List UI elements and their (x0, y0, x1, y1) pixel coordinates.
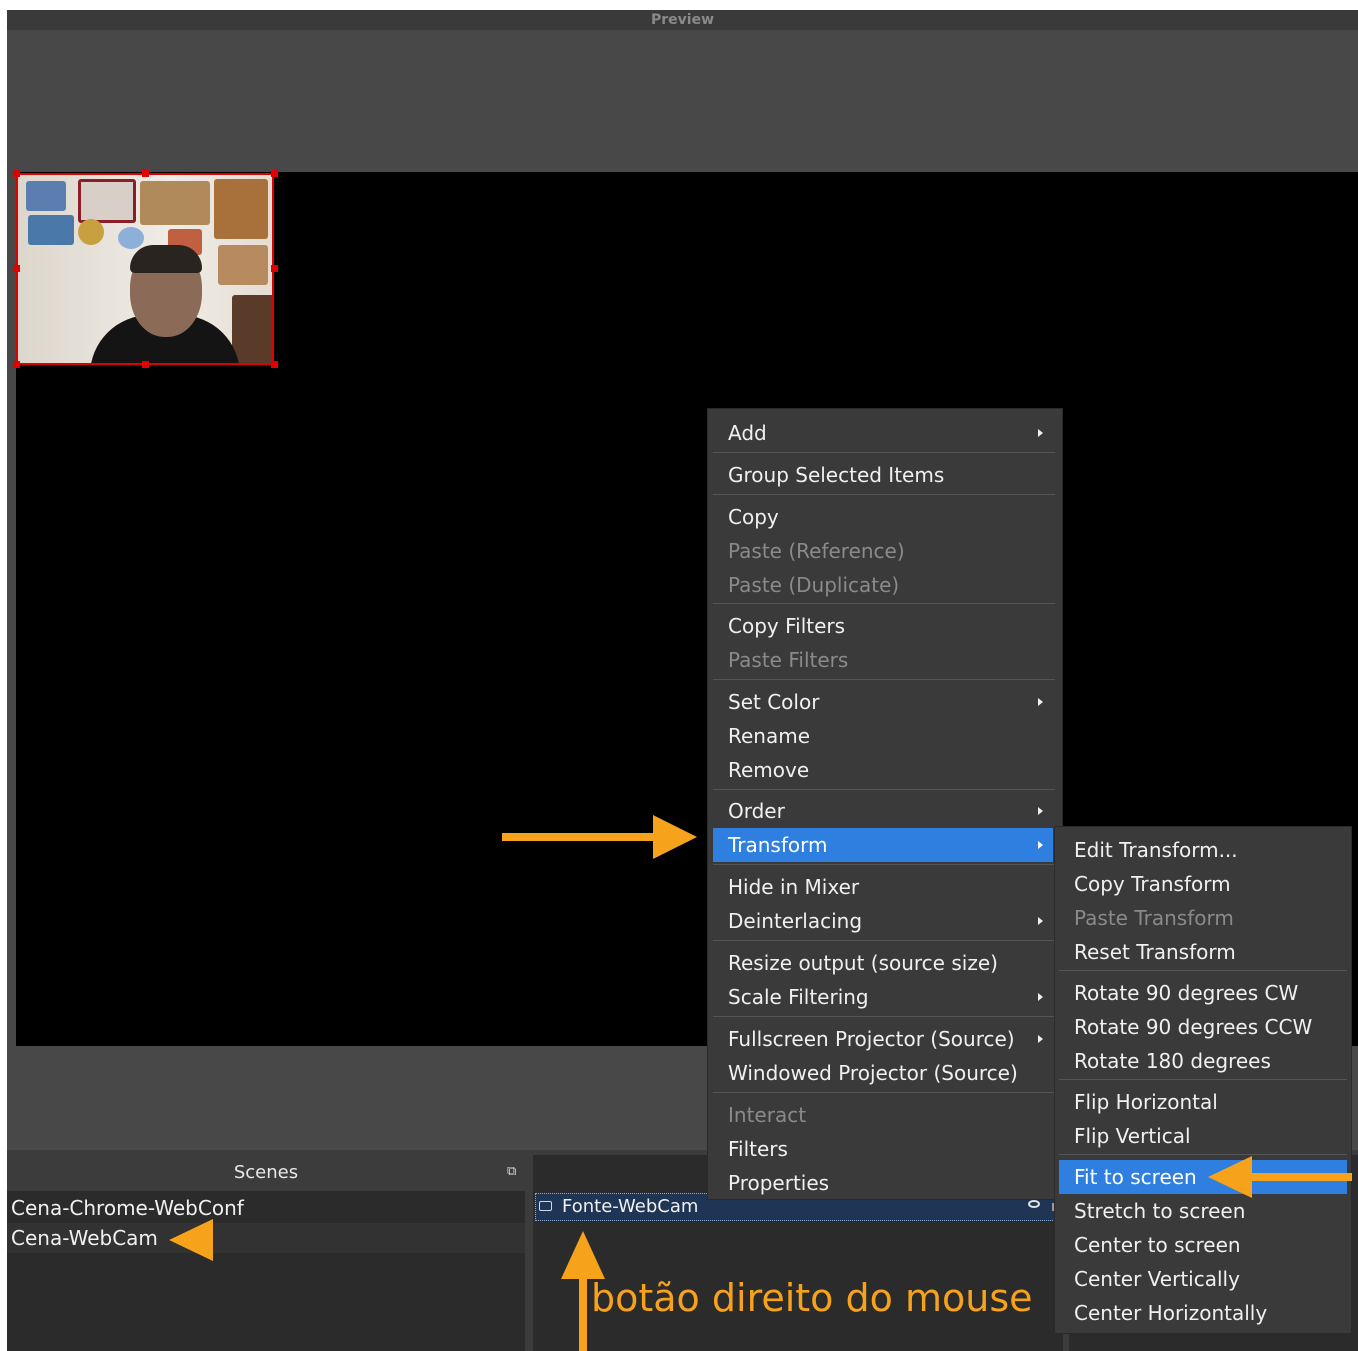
menu-item-label: Scale Filtering (728, 985, 869, 1009)
menu-item-stretch-to-screen[interactable]: Stretch to screen (1059, 1194, 1347, 1228)
context-menu: Add Group Selected Items Copy Paste (Ref… (707, 408, 1063, 1200)
menu-item-hide-in-mixer[interactable]: Hide in Mixer (713, 870, 1053, 904)
menu-separator (1059, 1154, 1347, 1155)
submenu-arrow-icon (1038, 807, 1043, 815)
menu-item-copy[interactable]: Copy (713, 500, 1053, 534)
annotation-arrow-fit (1250, 1173, 1352, 1181)
menu-item-copy-transform[interactable]: Copy Transform (1059, 867, 1347, 901)
menu-item-label: Fullscreen Projector (Source) (728, 1027, 1015, 1051)
menu-item-windowed-projector[interactable]: Windowed Projector (Source) (713, 1056, 1053, 1090)
menu-separator (713, 864, 1055, 865)
menu-item-label: Transform (728, 833, 828, 857)
menu-item-reset-transform[interactable]: Reset Transform (1059, 935, 1347, 969)
wall-decoration (218, 245, 268, 285)
menu-item-label: Deinterlacing (728, 909, 863, 933)
menu-item-center-horizontally[interactable]: Center Horizontally (1059, 1296, 1347, 1330)
annotation-text: botão direito do mouse (591, 1276, 1033, 1320)
menu-separator (713, 494, 1055, 495)
scene-item[interactable]: Cena-Chrome-WebConf (7, 1193, 525, 1223)
menu-item-rotate-cw[interactable]: Rotate 90 degrees CW (1059, 976, 1347, 1010)
menu-item-set-color[interactable]: Set Color (713, 685, 1053, 719)
menu-item-copy-filters[interactable]: Copy Filters (713, 609, 1053, 643)
annotation-arrow-source (579, 1270, 587, 1351)
menu-item-scale-filtering[interactable]: Scale Filtering (713, 980, 1053, 1014)
wall-decoration (214, 179, 268, 239)
menu-separator (713, 940, 1055, 941)
menu-item-transform[interactable]: Transform (713, 828, 1053, 862)
menu-item-fullscreen-projector[interactable]: Fullscreen Projector (Source) (713, 1022, 1053, 1056)
annotation-arrowhead (561, 1231, 605, 1279)
menu-item-order[interactable]: Order (713, 794, 1053, 828)
wall-decoration (140, 181, 210, 225)
menu-separator (713, 679, 1055, 680)
menu-separator (1059, 1079, 1347, 1080)
menu-separator (713, 452, 1055, 453)
menu-item-paste-transform[interactable]: Paste Transform (1059, 901, 1347, 935)
menu-separator (713, 789, 1055, 790)
menu-item-edit-transform[interactable]: Edit Transform... (1059, 833, 1347, 867)
submenu-arrow-icon (1038, 917, 1043, 925)
annotation-arrow-transform (502, 833, 658, 841)
transform-submenu: Edit Transform... Copy Transform Paste T… (1054, 826, 1352, 1334)
person-hair (130, 245, 202, 273)
resize-handle[interactable] (13, 170, 20, 177)
annotation-arrowhead (653, 815, 697, 859)
menu-item-resize-output[interactable]: Resize output (source size) (713, 946, 1053, 980)
wall-decoration (28, 215, 74, 245)
wall-decoration (118, 227, 144, 249)
menu-item-paste-duplicate[interactable]: Paste (Duplicate) (713, 568, 1053, 602)
wall-decoration (78, 179, 136, 223)
dock-float-icon[interactable]: ⧉ (507, 1165, 521, 1179)
submenu-arrow-icon (1038, 993, 1043, 1001)
scenes-dock: Scenes ⧉ Cena-Chrome-WebConf Cena-WebCam (7, 1155, 525, 1351)
wall-decoration (26, 181, 66, 211)
submenu-arrow-icon (1038, 429, 1043, 437)
scenes-title: Scenes (7, 1155, 525, 1191)
menu-item-center-to-screen[interactable]: Center to screen (1059, 1228, 1347, 1262)
camera-icon (539, 1201, 552, 1211)
scene-item-selected[interactable]: Cena-WebCam (7, 1223, 525, 1253)
menu-item-paste-reference[interactable]: Paste (Reference) (713, 534, 1053, 568)
submenu-arrow-icon (1038, 841, 1043, 849)
menu-separator (713, 1092, 1055, 1093)
resize-handle[interactable] (271, 265, 278, 272)
menu-separator (1059, 970, 1347, 971)
menu-separator (713, 1016, 1055, 1017)
menu-item-rotate-ccw[interactable]: Rotate 90 degrees CCW (1059, 1010, 1347, 1044)
wall-decoration (78, 219, 104, 245)
resize-handle[interactable] (13, 361, 20, 368)
resize-handle[interactable] (142, 170, 149, 177)
menu-separator (713, 603, 1055, 604)
menu-item-rename[interactable]: Rename (713, 719, 1053, 753)
annotation-arrow-scene (169, 1219, 213, 1261)
menu-item-label: Add (728, 421, 767, 445)
webcam-source-frame[interactable] (16, 173, 274, 365)
annotation-arrowhead (1208, 1156, 1252, 1198)
resize-handle[interactable] (271, 361, 278, 368)
menu-item-properties[interactable]: Properties (713, 1166, 1053, 1200)
menu-item-add[interactable]: Add (713, 416, 1053, 450)
menu-item-paste-filters[interactable]: Paste Filters (713, 643, 1053, 677)
menu-item-deinterlacing[interactable]: Deinterlacing (713, 904, 1053, 938)
submenu-arrow-icon (1038, 698, 1043, 706)
menu-item-rotate-180[interactable]: Rotate 180 degrees (1059, 1044, 1347, 1078)
resize-handle[interactable] (142, 361, 149, 368)
menu-item-label: Order (728, 799, 785, 823)
menu-item-flip-vertical[interactable]: Flip Vertical (1059, 1119, 1347, 1153)
source-label: Fonte-WebCam (562, 1196, 699, 1217)
wall-decoration (232, 295, 272, 363)
resize-handle[interactable] (271, 170, 278, 177)
visibility-eye-icon[interactable] (1028, 1200, 1040, 1208)
menu-item-interact[interactable]: Interact (713, 1098, 1053, 1132)
resize-handle[interactable] (13, 265, 20, 272)
menu-item-center-vertically[interactable]: Center Vertically (1059, 1262, 1347, 1296)
menu-item-remove[interactable]: Remove (713, 753, 1053, 787)
menu-item-label: Set Color (728, 690, 820, 714)
preview-title: Preview (7, 10, 1358, 30)
menu-item-group-selected[interactable]: Group Selected Items (713, 458, 1053, 492)
menu-item-filters[interactable]: Filters (713, 1132, 1053, 1166)
submenu-arrow-icon (1038, 1035, 1043, 1043)
menu-item-flip-horizontal[interactable]: Flip Horizontal (1059, 1085, 1347, 1119)
